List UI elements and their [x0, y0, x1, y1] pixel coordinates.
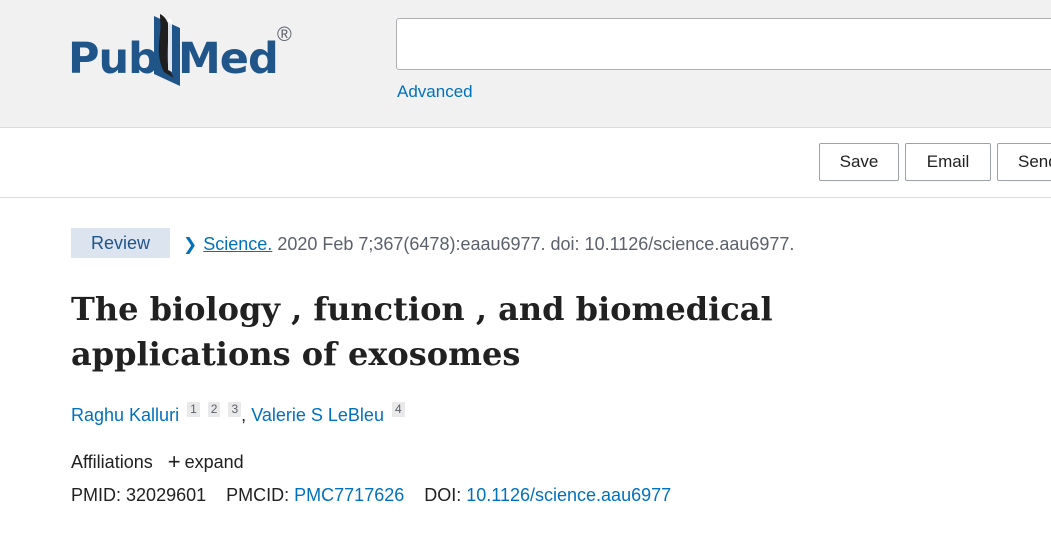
expand-affiliations-button[interactable]: + expand [167, 449, 244, 474]
author-link[interactable]: Raghu Kalluri [71, 405, 179, 425]
affiliation-marker[interactable]: 1 [187, 402, 200, 417]
affiliation-marker[interactable]: 3 [228, 402, 242, 417]
affiliation-marker[interactable]: 4 [391, 402, 405, 417]
email-button[interactable]: Email [905, 143, 991, 181]
pubmed-logo[interactable]: Pub Med ® [68, 12, 303, 92]
search-input[interactable] [396, 18, 1051, 70]
doi-label: DOI: [424, 485, 462, 505]
author-list: Raghu Kalluri 1 2 3, Valerie S LeBleu 4 [71, 402, 405, 428]
citation-line: ❯ Science. 2020 Feb 7;367(6478):eaau6977.… [183, 231, 794, 258]
chevron-right-icon: ❯ [183, 235, 198, 254]
article-title: The biology , function , and biomedical … [71, 290, 773, 373]
send-to-button[interactable]: Send to [997, 143, 1051, 181]
affiliations-row: Affiliations + expand [71, 449, 244, 475]
registered-mark: ® [277, 24, 292, 46]
article-toolbar: Save Email Send to [0, 128, 1051, 198]
affiliation-marker[interactable]: 2 [207, 402, 221, 417]
affiliations-label: Affiliations [71, 452, 153, 472]
logo-text-pub: Pub [68, 34, 159, 84]
citation-details: 2020 Feb 7;367(6478):eaau6977. doi: 10.1… [277, 234, 795, 254]
advanced-search-link[interactable]: Advanced [397, 82, 473, 102]
pmid-value: 32029601 [126, 485, 207, 505]
pmcid-label: PMCID: [226, 485, 290, 505]
site-header: Pub Med ® Advanced [0, 0, 1051, 128]
plus-icon: + [167, 449, 181, 474]
logo-text-med: Med [178, 34, 279, 84]
save-button[interactable]: Save [819, 143, 899, 181]
pmcid-link[interactable]: PMC7717626 [294, 485, 404, 505]
journal-link[interactable]: Science. [203, 234, 272, 254]
author-separator: , [241, 405, 247, 425]
article-type-badge: Review [71, 228, 170, 258]
author-link[interactable]: Valerie S LeBleu [251, 405, 384, 425]
identifiers-row: PMID: 32029601 PMCID: PMC7717626 DOI: 10… [71, 482, 686, 508]
doi-link[interactable]: 10.1126/science.aau6977 [466, 485, 671, 505]
pmid-label: PMID: [71, 485, 122, 505]
expand-label: expand [184, 452, 244, 472]
